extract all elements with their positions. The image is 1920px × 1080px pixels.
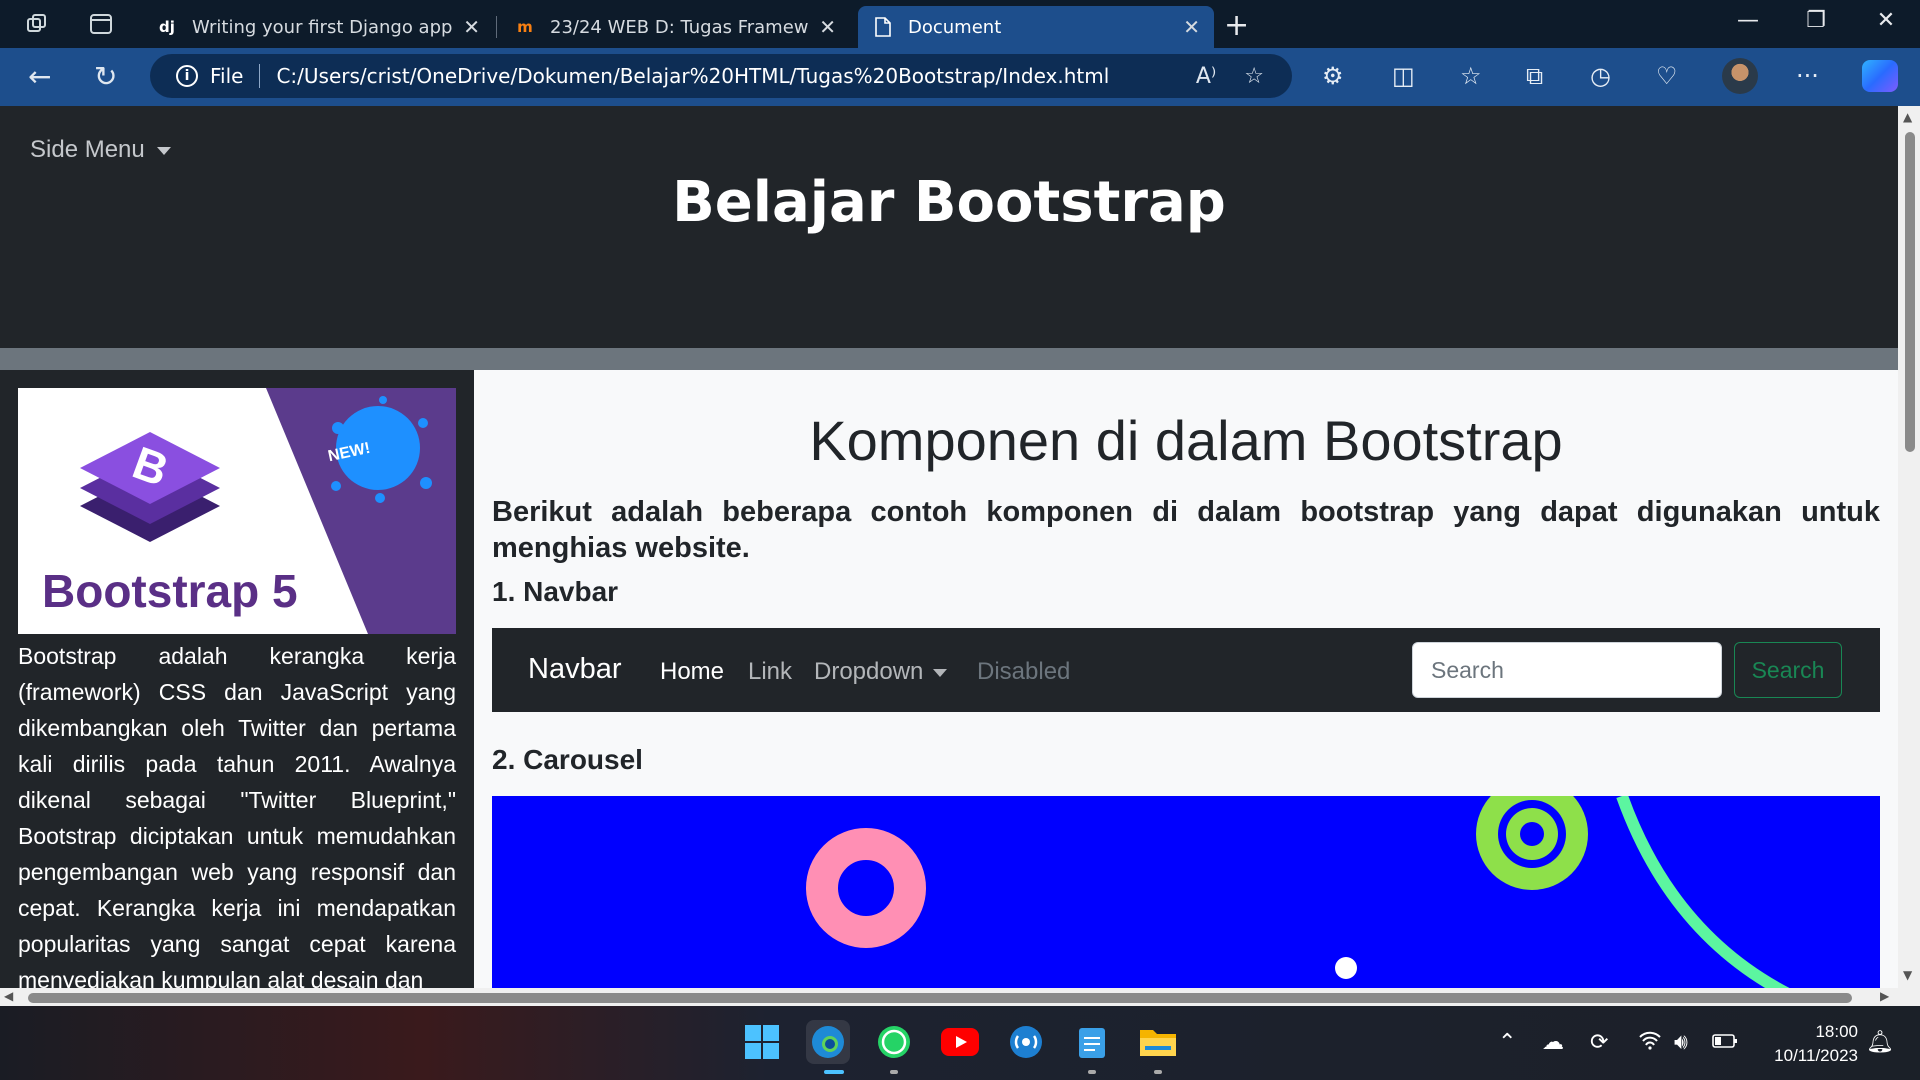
history-icon[interactable]: ◷ — [1590, 62, 1611, 90]
new-tab-icon[interactable]: + — [1224, 8, 1249, 43]
copilot-icon[interactable] — [1862, 60, 1898, 92]
moodle-favicon-icon: m — [517, 18, 533, 36]
close-tab-icon[interactable]: ✕ — [463, 15, 480, 39]
nav-link-disabled: Disabled — [977, 658, 1071, 685]
lead-paragraph: Berikut adalah beberapa contoh komponen … — [492, 496, 1880, 564]
minimize-icon[interactable]: — — [1718, 8, 1778, 33]
caret-down-icon — [933, 668, 948, 677]
demo-navbar: Navbar Home Link Dropdown Disabled Searc… — [492, 628, 1880, 712]
clock-date: 10/11/2023 — [1774, 1046, 1858, 1065]
sidebar: B NEW! Bootstrap 5 Bootstrap adalah kera… — [0, 370, 474, 988]
promo-title: Bootstrap 5 — [42, 565, 298, 617]
page-viewport: Side Menu Belajar Bootstrap B NEW! Boots… — [0, 106, 1898, 988]
scroll-thumb[interactable] — [28, 993, 1852, 1003]
main-title: Komponen di dalam Bootstrap — [809, 409, 1563, 472]
tab-moodle[interactable]: m 23/24 WEB D: Tugas Framework ✕ — [500, 6, 850, 48]
nav-dropdown-label: Dropdown — [814, 658, 924, 685]
close-window-icon[interactable]: ✕ — [1856, 8, 1916, 33]
main-content: Komponen di dalam Bootstrap Berikut adal… — [474, 370, 1898, 988]
carousel-slide-image — [806, 796, 1790, 988]
notepad-icon[interactable] — [1070, 1020, 1114, 1064]
tab-django[interactable]: dj Writing your first Django app, pa ✕ — [142, 6, 494, 48]
carousel[interactable] — [492, 796, 1880, 988]
header-divider — [0, 348, 1898, 370]
scroll-right-icon[interactable]: ▶ — [1880, 989, 1889, 1003]
extensions-icon[interactable]: ⚙ — [1322, 62, 1344, 90]
edge-icon[interactable] — [806, 1020, 850, 1064]
more-menu-icon[interactable]: ··· — [1796, 62, 1819, 90]
page-icon — [872, 16, 894, 38]
youtube-icon[interactable] — [938, 1020, 982, 1064]
onedrive-cloud-icon[interactable]: ☁ — [1542, 1030, 1564, 1055]
close-tab-icon[interactable]: ✕ — [1183, 15, 1200, 39]
site-header: Side Menu Belajar Bootstrap — [0, 106, 1898, 348]
running-indicator — [1154, 1070, 1162, 1074]
navbar-brand[interactable]: Navbar — [528, 653, 622, 686]
split-screen-icon[interactable]: ◫ — [1392, 62, 1415, 90]
search-input[interactable]: Search — [1412, 642, 1722, 698]
divider — [259, 64, 261, 88]
url-text[interactable]: C:/Users/crist/OneDrive/Dokumen/Belajar%… — [276, 64, 1195, 88]
windows-start-icon[interactable] — [740, 1020, 784, 1064]
volume-icon[interactable]: 🔊︎ — [1674, 1030, 1688, 1055]
running-indicator — [1088, 1070, 1096, 1074]
tab-separator — [496, 16, 497, 38]
nav-link-home[interactable]: Home — [660, 658, 724, 686]
performance-icon[interactable]: ♡ — [1656, 62, 1678, 90]
scroll-up-icon[interactable]: ▲ — [1903, 110, 1912, 124]
scheme-label: File — [210, 64, 244, 88]
file-explorer-icon[interactable] — [1136, 1020, 1180, 1064]
close-tab-icon[interactable]: ✕ — [819, 15, 836, 39]
bootstrap-logo-icon: B — [80, 432, 220, 542]
section-heading-navbar: 1. Navbar — [492, 576, 619, 607]
profile-avatar[interactable] — [1722, 58, 1758, 94]
system-clock[interactable]: 18:00 10/11/2023 — [1754, 1020, 1858, 1068]
tab-title: 23/24 WEB D: Tugas Framework — [550, 16, 810, 38]
nav-link-link[interactable]: Link — [748, 658, 792, 686]
refresh-icon[interactable]: ↻ — [94, 60, 117, 93]
side-menu-dropdown[interactable]: Side Menu — [30, 136, 171, 164]
favorite-star-icon[interactable]: ☆ — [1244, 64, 1264, 89]
scroll-left-icon[interactable]: ◀ — [4, 989, 13, 1003]
info-icon[interactable]: i — [176, 65, 198, 87]
clock-time: 18:00 — [1815, 1022, 1858, 1041]
tab-title: Document — [908, 16, 1002, 38]
show-hidden-icons-icon[interactable]: ⌃ — [1498, 1030, 1516, 1055]
nav-dropdown[interactable]: Dropdown — [814, 658, 948, 686]
sidebar-description: Bootstrap adalah kerangka kerja (framewo… — [18, 643, 456, 988]
hotspot-icon[interactable] — [1004, 1020, 1048, 1064]
tab-title: Writing your first Django app, pa — [192, 16, 453, 38]
browser-tab-bar: dj Writing your first Django app, pa ✕ m… — [0, 0, 1920, 48]
collections-icon[interactable]: ⧉ — [1526, 62, 1543, 90]
taskbar: ⌃ ☁ ⟳ 🔊︎ 18:00 10/11/2023 🔔︎ — [0, 1006, 1920, 1080]
browser-toolbar: ← ↻ i File C:/Users/crist/OneDrive/Dokum… — [0, 48, 1920, 106]
caret-down-icon — [156, 146, 171, 155]
site-title: Belajar Bootstrap — [672, 170, 1226, 235]
address-bar[interactable]: i File C:/Users/crist/OneDrive/Dokumen/B… — [150, 54, 1292, 98]
sync-icon[interactable]: ⟳ — [1590, 1030, 1608, 1055]
tab-actions-icon[interactable] — [86, 10, 116, 38]
active-app-indicator — [824, 1070, 844, 1074]
notifications-icon[interactable]: 🔔︎ — [1866, 1030, 1894, 1055]
whatsapp-icon[interactable] — [872, 1020, 916, 1064]
section-heading-carousel: 2. Carousel — [492, 744, 643, 775]
bootstrap5-promo-image: B NEW! Bootstrap 5 — [18, 388, 456, 634]
vertical-scrollbar[interactable]: ▲ ▼ — [1898, 106, 1920, 988]
horizontal-scrollbar[interactable]: ◀ ▶ — [0, 988, 1920, 1006]
running-indicator — [890, 1070, 898, 1074]
side-menu-label: Side Menu — [30, 136, 145, 163]
tab-document[interactable]: Document ✕ — [858, 6, 1214, 48]
favorites-icon[interactable]: ☆ — [1460, 62, 1482, 90]
search-button[interactable]: Search — [1734, 642, 1842, 698]
read-aloud-icon[interactable]: A⁾ — [1196, 64, 1216, 89]
scroll-down-icon[interactable]: ▼ — [1903, 968, 1912, 982]
back-icon[interactable]: ← — [28, 60, 51, 93]
wifi-icon[interactable] — [1638, 1030, 1662, 1056]
django-favicon-icon: dj — [159, 18, 175, 36]
battery-icon[interactable] — [1712, 1030, 1738, 1055]
workspaces-icon[interactable] — [22, 10, 52, 38]
restore-icon[interactable]: ❐ — [1786, 8, 1846, 33]
scroll-thumb[interactable] — [1905, 132, 1915, 452]
